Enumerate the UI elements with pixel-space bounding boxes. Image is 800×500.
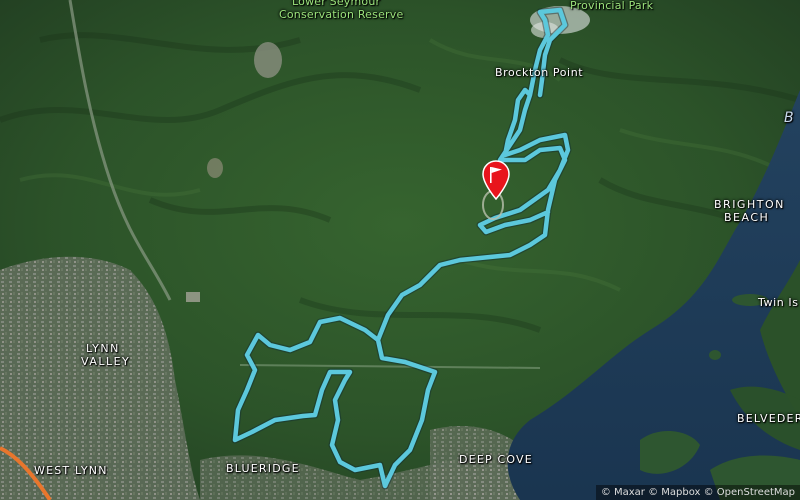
label-deep-cove: DEEP COVE bbox=[459, 453, 533, 466]
map-attribution[interactable]: © Maxar © Mapbox © OpenStreetMap bbox=[595, 485, 800, 500]
label-reserve-line2: Conservation Reserve bbox=[279, 8, 404, 21]
label-brighton-line2: BEACH bbox=[724, 211, 770, 224]
flag-marker-icon[interactable] bbox=[481, 160, 511, 200]
label-reserve-line1: Lower Seymour bbox=[292, 0, 381, 8]
label-provincial-park: Provincial Park bbox=[570, 0, 654, 12]
label-lynn-line2: VALLEY bbox=[81, 355, 131, 368]
label-twin-islands: Twin Is bbox=[758, 296, 799, 309]
label-west-lynn: WEST LYNN bbox=[34, 464, 108, 477]
label-water-b: B bbox=[784, 110, 795, 126]
label-belvedere: BELVEDER bbox=[737, 412, 800, 425]
label-brighton-line1: BRIGHTON bbox=[714, 198, 785, 211]
label-lynn-line1: LYNN bbox=[86, 342, 120, 355]
satellite-imagery bbox=[0, 0, 800, 500]
map-view[interactable]: Provincial Park Lower Seymour Conservati… bbox=[0, 0, 800, 500]
label-brockton-point: Brockton Point bbox=[495, 66, 584, 79]
label-blueridge: BLUERIDGE bbox=[226, 462, 300, 475]
